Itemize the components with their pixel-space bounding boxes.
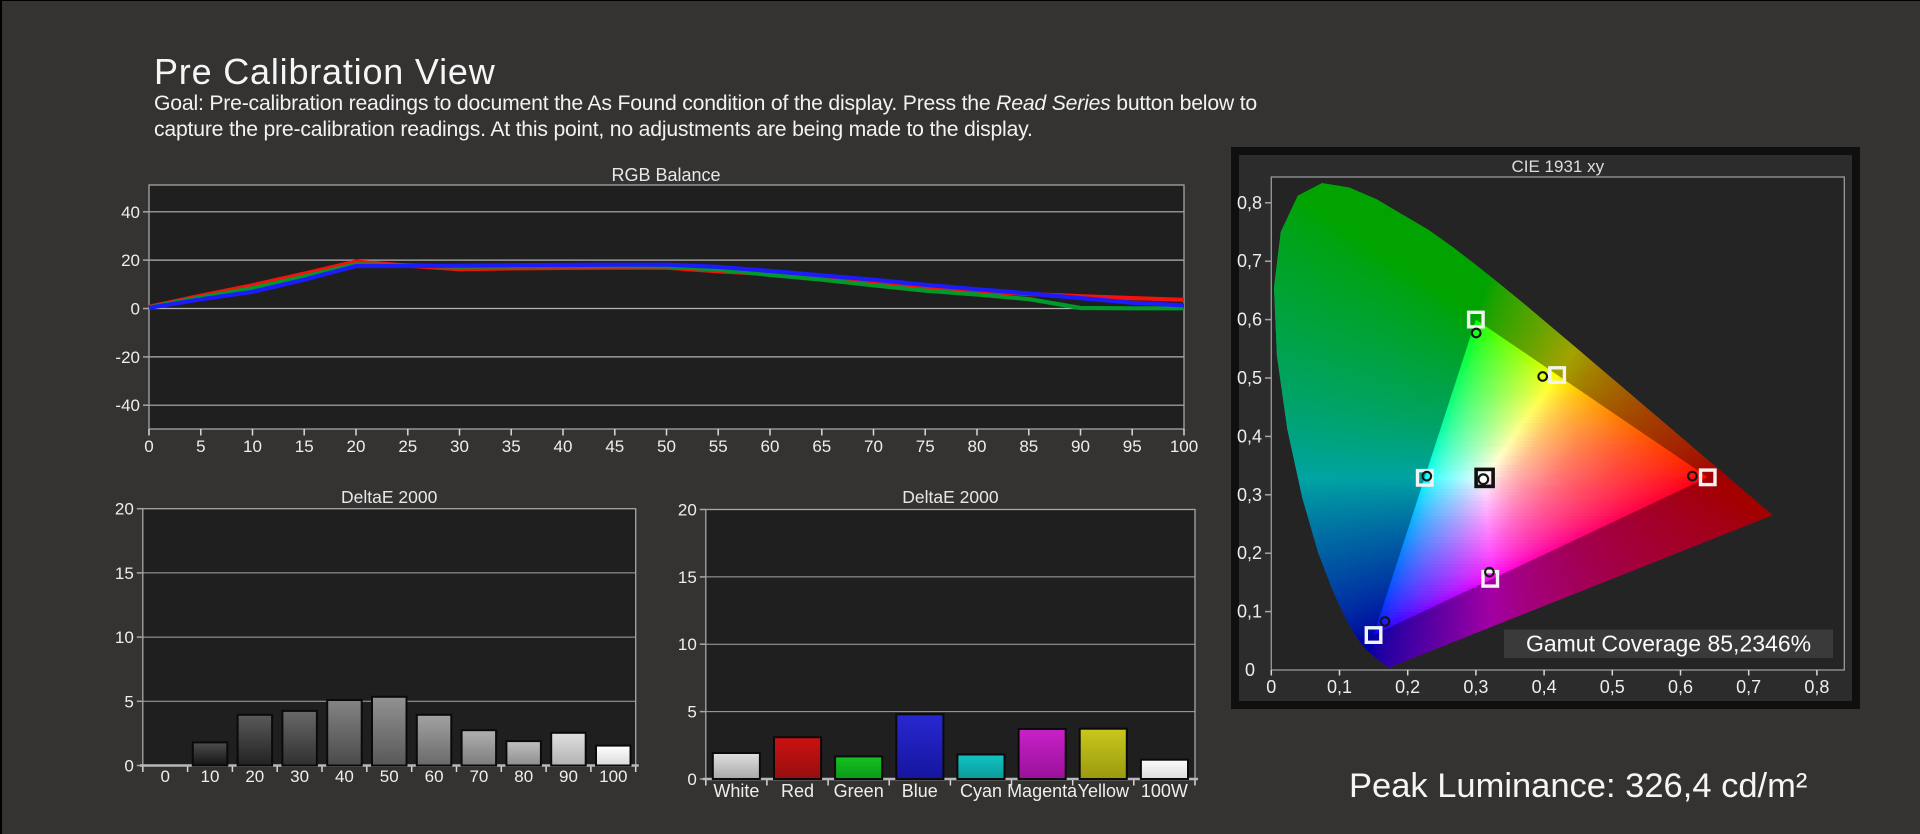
svg-text:15: 15 [115,564,134,583]
svg-text:45: 45 [605,437,624,456]
svg-text:40: 40 [121,203,140,222]
svg-text:65: 65 [812,437,831,456]
svg-text:20: 20 [347,437,366,456]
svg-text:85: 85 [1019,437,1038,456]
svg-text:5: 5 [687,703,696,722]
svg-text:0: 0 [1266,677,1276,697]
svg-text:Gamut Coverage 85,2346%: Gamut Coverage 85,2346% [1526,631,1811,657]
svg-text:20: 20 [115,500,134,519]
svg-text:Cyan: Cyan [960,781,1002,801]
svg-text:70: 70 [864,437,883,456]
svg-text:100: 100 [1170,437,1198,456]
svg-text:0,3: 0,3 [1237,485,1262,505]
svg-text:0: 0 [687,770,696,789]
svg-text:80: 80 [514,767,533,786]
svg-text:0,7: 0,7 [1237,251,1262,271]
svg-text:0: 0 [144,437,153,456]
svg-text:15: 15 [295,437,314,456]
svg-text:5: 5 [196,437,205,456]
svg-text:95: 95 [1123,437,1142,456]
svg-text:50: 50 [657,437,676,456]
svg-text:0,6: 0,6 [1237,310,1262,330]
svg-text:70: 70 [469,767,488,786]
svg-text:Blue: Blue [902,781,938,801]
svg-text:Green: Green [834,781,884,801]
svg-text:20: 20 [121,251,140,270]
svg-text:0,1: 0,1 [1237,602,1262,622]
svg-text:40: 40 [554,437,573,456]
svg-text:0,5: 0,5 [1600,677,1625,697]
svg-text:RGB Balance: RGB Balance [611,165,720,185]
svg-text:80: 80 [968,437,987,456]
svg-text:CIE 1931 xy: CIE 1931 xy [1511,157,1604,176]
svg-text:5: 5 [124,692,133,711]
svg-text:10: 10 [243,437,262,456]
svg-text:0: 0 [124,757,133,776]
svg-text:60: 60 [425,767,444,786]
svg-text:10: 10 [678,635,697,654]
svg-text:0: 0 [160,767,169,786]
svg-text:Red: Red [781,781,814,801]
svg-text:50: 50 [380,767,399,786]
svg-text:White: White [713,781,759,801]
svg-text:100: 100 [599,767,627,786]
svg-text:DeltaE 2000: DeltaE 2000 [341,487,438,507]
svg-text:30: 30 [450,437,469,456]
svg-text:25: 25 [398,437,417,456]
svg-text:0,8: 0,8 [1237,193,1262,213]
svg-text:0,8: 0,8 [1804,677,1829,697]
svg-text:0,4: 0,4 [1532,677,1557,697]
svg-text:0,6: 0,6 [1668,677,1693,697]
svg-text:15: 15 [678,568,697,587]
svg-text:35: 35 [502,437,521,456]
svg-text:55: 55 [709,437,728,456]
svg-text:0,7: 0,7 [1736,677,1761,697]
svg-text:30: 30 [290,767,309,786]
svg-text:20: 20 [678,501,697,520]
svg-text:90: 90 [1071,437,1090,456]
svg-text:10: 10 [115,628,134,647]
svg-text:90: 90 [559,767,578,786]
svg-text:0: 0 [131,300,140,319]
svg-text:0,3: 0,3 [1463,677,1488,697]
svg-text:DeltaE 2000: DeltaE 2000 [902,487,999,507]
svg-text:0,4: 0,4 [1237,426,1262,446]
svg-text:-40: -40 [115,396,140,415]
svg-text:-20: -20 [115,348,140,367]
svg-text:10: 10 [201,767,220,786]
svg-text:100W: 100W [1141,781,1188,801]
svg-text:Yellow: Yellow [1078,781,1130,801]
svg-text:0,2: 0,2 [1237,543,1262,563]
svg-text:Magenta: Magenta [1007,781,1078,801]
svg-text:0,5: 0,5 [1237,368,1262,388]
svg-text:0,2: 0,2 [1395,677,1420,697]
svg-text:40: 40 [335,767,354,786]
svg-text:75: 75 [916,437,935,456]
svg-text:20: 20 [245,767,264,786]
svg-text:0: 0 [1245,660,1255,680]
svg-text:60: 60 [761,437,780,456]
svg-text:0,1: 0,1 [1327,677,1352,697]
